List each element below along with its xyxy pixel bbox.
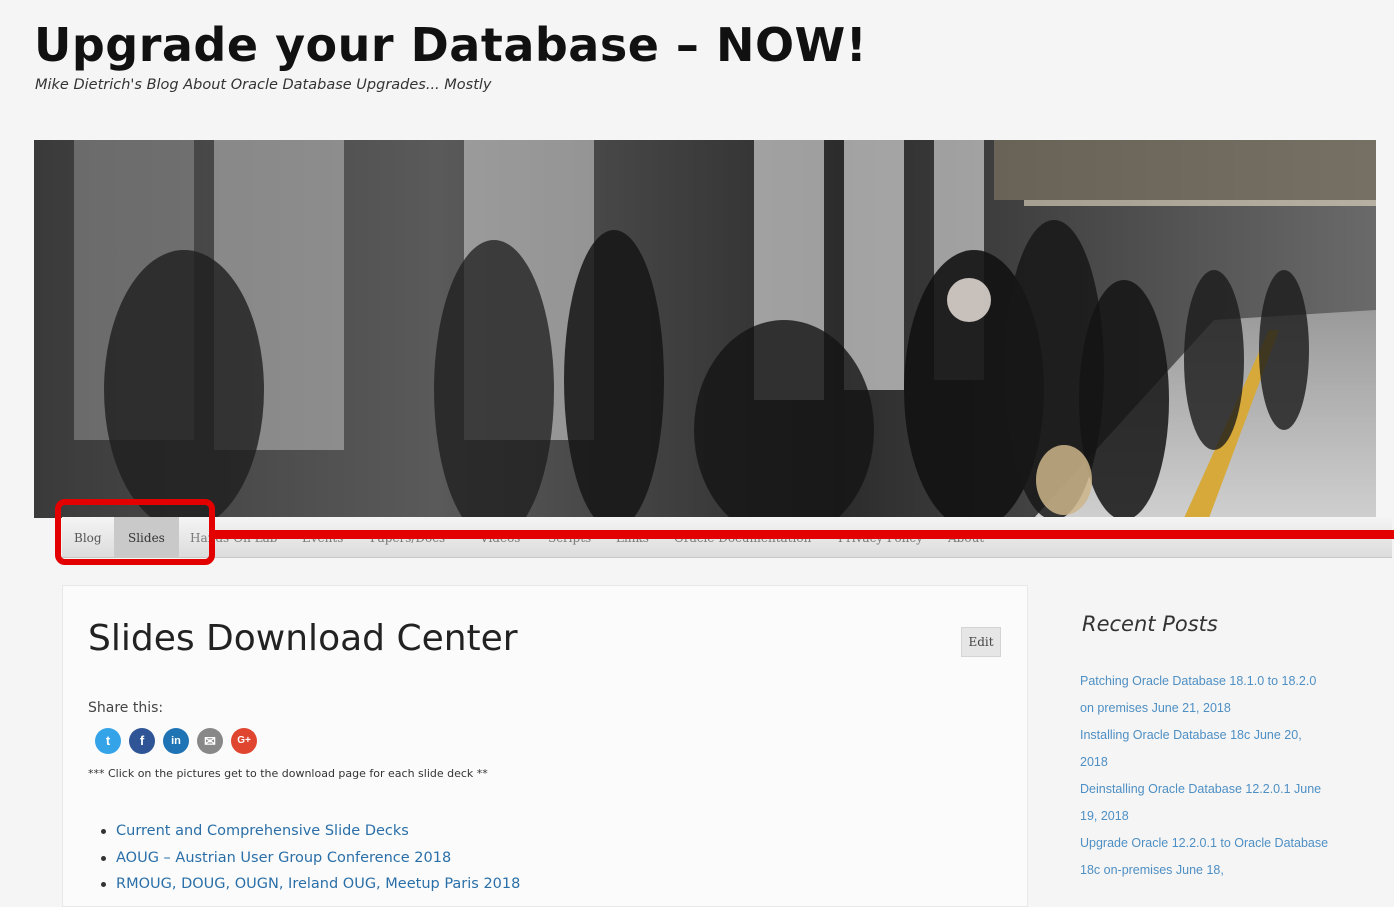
share-icons: t f in ✉ G+ <box>95 728 257 754</box>
slide-deck-list: Current and Comprehensive Slide Decks AO… <box>98 818 520 898</box>
slide-link[interactable]: AOUG – Austrian User Group Conference 20… <box>98 845 520 872</box>
highlight-box <box>55 499 215 565</box>
twitter-icon[interactable]: t <box>95 728 121 754</box>
page-title: Slides Download Center <box>88 618 518 659</box>
share-label: Share this: <box>88 700 164 716</box>
download-note: *** Click on the pictures get to the dow… <box>88 767 488 780</box>
recent-post[interactable]: Patching Oracle Database 18.1.0 to 18.2.… <box>1080 668 1330 722</box>
recent-post[interactable]: Installing Oracle Database 18c June 20, … <box>1080 722 1330 776</box>
header-photo <box>34 140 1376 518</box>
recent-post-date: June 18, <box>1175 863 1224 877</box>
email-icon[interactable]: ✉ <box>197 728 223 754</box>
recent-post-date: June 21, 2018 <box>1151 701 1231 715</box>
edit-button[interactable]: Edit <box>961 627 1001 657</box>
slide-link[interactable]: RMOUG, DOUG, OUGN, Ireland OUG, Meetup P… <box>98 871 520 898</box>
recent-post-title[interactable]: Installing Oracle Database 18c <box>1080 728 1250 742</box>
header-image <box>34 140 1376 518</box>
slide-link[interactable]: Current and Comprehensive Slide Decks <box>98 818 520 845</box>
recent-posts-list: Patching Oracle Database 18.1.0 to 18.2.… <box>1080 668 1330 884</box>
recent-posts-title: Recent Posts <box>1082 612 1218 636</box>
recent-post[interactable]: Upgrade Oracle 12.2.0.1 to Oracle Databa… <box>1080 830 1330 884</box>
site-title[interactable]: Upgrade your Database – NOW! <box>34 18 867 72</box>
linkedin-icon[interactable]: in <box>163 728 189 754</box>
facebook-icon[interactable]: f <box>129 728 155 754</box>
recent-post-title[interactable]: Deinstalling Oracle Database 12.2.0.1 <box>1080 782 1291 796</box>
site-tagline: Mike Dietrich's Blog About Oracle Databa… <box>35 77 492 93</box>
recent-post[interactable]: Deinstalling Oracle Database 12.2.0.1 Ju… <box>1080 776 1330 830</box>
google-plus-icon[interactable]: G+ <box>231 728 257 754</box>
highlight-line <box>210 530 1394 539</box>
